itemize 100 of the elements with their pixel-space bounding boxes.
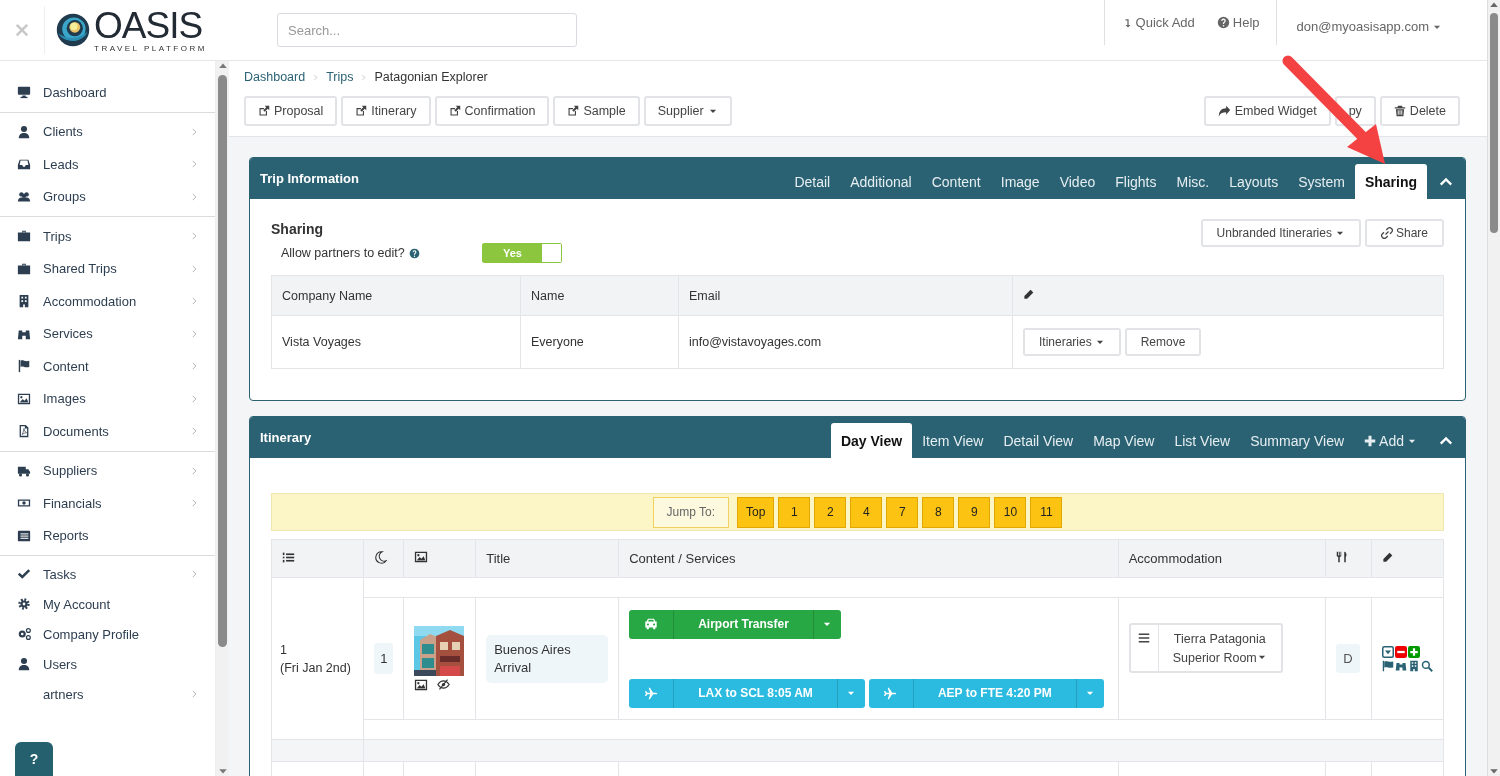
- tab[interactable]: Misc.: [1166, 164, 1220, 199]
- tab[interactable]: System: [1288, 164, 1355, 199]
- toolbar-button[interactable]: Confirmation: [434, 96, 550, 126]
- sidebar-item[interactable]: Tasks: [0, 559, 215, 589]
- tab[interactable]: Detail View: [993, 423, 1084, 458]
- column-header: Title: [486, 551, 511, 566]
- toolbar-button[interactable]: Proposal: [244, 96, 338, 126]
- jump-button[interactable]: Top: [737, 496, 775, 528]
- sidebar-item[interactable]: Dashboard: [0, 76, 215, 109]
- car-icon: [643, 617, 660, 631]
- plane-icon: [644, 686, 658, 700]
- help-link[interactable]: Help: [1216, 15, 1260, 30]
- toolbar-button[interactable]: Itinerary: [341, 96, 431, 126]
- sidebar-item[interactable]: Suppliers: [0, 454, 215, 487]
- sidebar-item[interactable]: Images: [0, 382, 215, 415]
- accommodation-button[interactable]: Tierra Patagonia Superior Room: [1128, 623, 1283, 673]
- image-icon: [17, 391, 31, 406]
- dropdown-button[interactable]: Unbranded Itineraries: [1200, 219, 1361, 247]
- day-title[interactable]: Buenos Aires Arrival: [486, 634, 609, 683]
- tab[interactable]: Layouts: [1219, 164, 1289, 199]
- jump-button[interactable]: 10: [994, 496, 1027, 528]
- tab[interactable]: Image: [990, 164, 1050, 199]
- tab[interactable]: Detail: [784, 164, 841, 199]
- breadcrumb-chevron-icon: [312, 73, 320, 81]
- search-field[interactable]: Search...: [277, 13, 577, 47]
- jump-button[interactable]: 11: [1030, 496, 1063, 528]
- sidebar-item[interactable]: Leads: [0, 148, 215, 181]
- pencil-icon: [1382, 552, 1393, 563]
- sidebar-item[interactable]: My Account: [0, 589, 215, 619]
- column-header: Content / Services: [629, 551, 736, 566]
- oasis-logo-icon: [55, 12, 91, 48]
- search-icon: [1421, 659, 1433, 672]
- toolbar-button[interactable]: Delete: [1379, 96, 1460, 126]
- user-menu[interactable]: don@myoasisapp.com: [1296, 19, 1442, 34]
- tab[interactable]: Item View: [912, 423, 994, 458]
- sidebar-item[interactable]: Trips: [0, 220, 215, 253]
- toolbar-button[interactable]: Embed Widget: [1203, 96, 1331, 126]
- jump-button[interactable]: 8: [922, 496, 955, 528]
- jump-button[interactable]: 4: [850, 496, 883, 528]
- panel-title: Trip Information: [260, 171, 359, 186]
- column-header: Accommodation: [1128, 551, 1222, 566]
- jump-button[interactable]: 2: [814, 496, 847, 528]
- external-link-icon: [355, 105, 368, 117]
- tab[interactable]: List View: [1164, 423, 1241, 458]
- table-cell: info@vistavoyages.com: [678, 315, 1013, 369]
- tab[interactable]: Summary View: [1240, 423, 1355, 458]
- sidebar-item[interactable]: Company Profile: [0, 619, 215, 649]
- tab[interactable]: Day View: [830, 423, 913, 458]
- share-button[interactable]: Share: [1364, 219, 1444, 247]
- flag-icon: [17, 359, 31, 374]
- day-number: 1: [280, 642, 287, 657]
- sidebar-item[interactable]: Accommodation: [0, 285, 215, 318]
- jump-button[interactable]: 7: [886, 496, 919, 528]
- column-header: Email: [689, 288, 721, 303]
- toolbar-button[interactable]: Sample: [553, 96, 640, 126]
- scrollbar-thumb[interactable]: [1490, 13, 1498, 233]
- sidebar-item[interactable]: Services: [0, 317, 215, 350]
- image-icon: [414, 677, 429, 692]
- sidebar-item[interactable]: Financials: [0, 487, 215, 520]
- add-menu-button[interactable]: Add: [1354, 423, 1427, 458]
- sidebar-item[interactable]: Users: [0, 649, 215, 679]
- day-date: (Fri Jan 2nd): [280, 660, 351, 675]
- sidebar-item[interactable]: Documents: [0, 415, 215, 448]
- dropdown-button[interactable]: Supplier: [643, 96, 732, 126]
- breadcrumb-link[interactable]: Trips: [326, 70, 354, 84]
- help-button[interactable]: ?: [15, 742, 53, 776]
- sidebar-item[interactable]: Groups: [0, 180, 215, 213]
- dropdown-button[interactable]: Itineraries: [1023, 328, 1121, 356]
- tab[interactable]: Flights: [1105, 164, 1167, 199]
- scrollbar-thumb[interactable]: [218, 75, 227, 647]
- share-arrow-icon: [1217, 104, 1231, 118]
- column-header: Company Name: [282, 288, 373, 303]
- tab[interactable]: Additional: [840, 164, 922, 199]
- sidebar-item[interactable]: Shared Trips: [0, 252, 215, 285]
- scroll-down-icon: [1489, 766, 1499, 776]
- sidebar-item[interactable]: artners: [0, 679, 215, 709]
- sidebar-item[interactable]: Content: [0, 350, 215, 383]
- tab[interactable]: Content: [921, 164, 991, 199]
- quick-add-link[interactable]: Quick Add: [1122, 15, 1195, 30]
- list-icon: [17, 528, 31, 543]
- help-icon: [408, 247, 420, 259]
- tab[interactable]: Map View: [1083, 423, 1165, 458]
- jump-button[interactable]: 9: [958, 496, 991, 528]
- close-icon: [15, 23, 29, 37]
- tab[interactable]: Video: [1049, 164, 1106, 199]
- external-link-icon: [567, 105, 580, 117]
- logo-wordmark: OASIS: [94, 7, 204, 44]
- jump-button[interactable]: 1: [778, 496, 811, 528]
- hidden-eye-icon: [437, 677, 451, 691]
- panel-title: Itinerary: [260, 430, 312, 445]
- breadcrumb-link[interactable]: Dashboard: [244, 70, 306, 84]
- section-title: Sharing: [271, 221, 325, 237]
- building-icon: [17, 294, 31, 309]
- sidebar-item[interactable]: Clients: [0, 115, 215, 148]
- external-link-icon: [448, 105, 461, 117]
- remove-button[interactable]: Remove: [1124, 328, 1202, 356]
- user-icon: [17, 124, 31, 139]
- sidebar-item[interactable]: Reports: [0, 519, 215, 552]
- tab[interactable]: Sharing: [1354, 164, 1427, 199]
- table-cell: Everyone: [520, 315, 679, 369]
